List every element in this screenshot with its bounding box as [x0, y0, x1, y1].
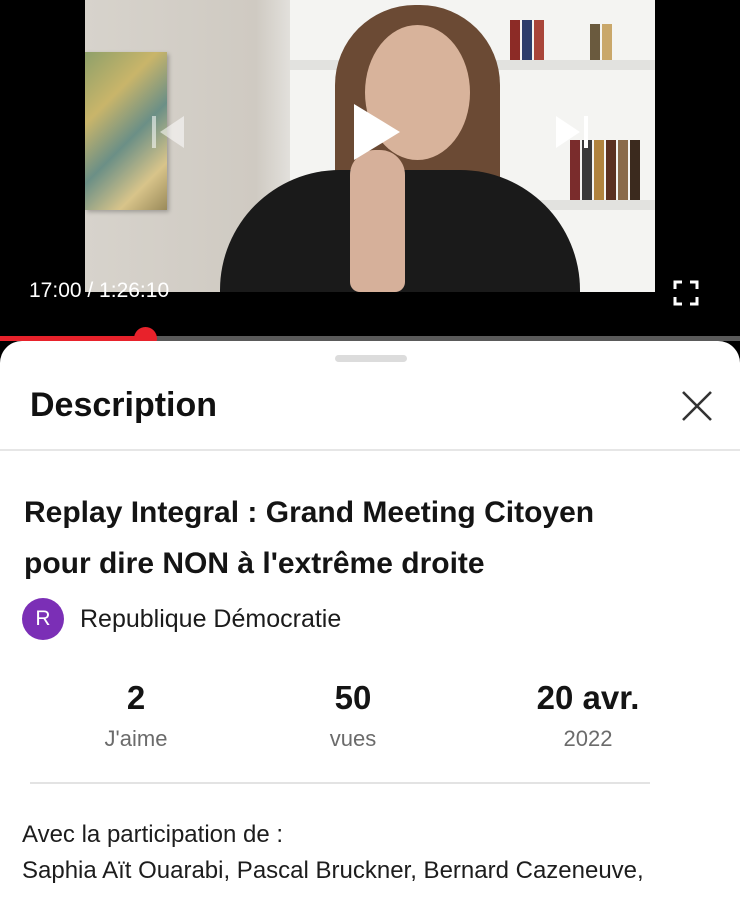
stat-label: 2022 — [563, 726, 613, 751]
stat-value: 50 — [334, 679, 372, 716]
divider — [0, 449, 740, 451]
video-title: Replay Integral : Grand Meeting Citoyen … — [24, 487, 704, 589]
description-text: Avec la participation de : Saphia Aït Ou… — [22, 817, 732, 889]
video-title-line: pour dire NON à l'extrême droite — [24, 547, 485, 580]
video-title-line: Replay Integral : Grand Meeting Citoyen — [24, 496, 595, 529]
close-icon — [682, 391, 712, 421]
next-button[interactable] — [552, 110, 592, 154]
channel-avatar: R — [22, 598, 64, 640]
close-button[interactable] — [679, 388, 715, 424]
channel-link[interactable]: R Republique Démocratie — [22, 598, 341, 640]
stat-views: 50 vues — [293, 678, 413, 752]
stat-value: 2 — [126, 679, 146, 716]
description-sheet: Description Replay Integral : Grand Meet… — [0, 341, 740, 897]
video-player[interactable]: 17:00 / 1:26:10 — [0, 0, 740, 345]
description-line: Saphia Aït Ouarabi, Pascal Bruckner, Ber… — [22, 857, 644, 884]
stat-date: 20 avr. 2022 — [508, 678, 668, 752]
play-icon — [354, 104, 400, 160]
sheet-title: Description — [30, 386, 218, 424]
description-line: Avec la participation de : — [22, 821, 284, 848]
divider — [30, 782, 650, 784]
previous-button[interactable] — [148, 110, 188, 154]
playback-time: 17:00 / 1:26:10 — [29, 279, 170, 302]
drag-handle[interactable] — [335, 355, 407, 362]
stat-value: 20 avr. — [536, 679, 640, 716]
fullscreen-icon — [673, 280, 699, 306]
person-hands — [350, 150, 405, 292]
skip-previous-icon — [152, 116, 184, 148]
play-button[interactable] — [346, 100, 406, 164]
channel-name: Republique Démocratie — [80, 604, 342, 633]
fullscreen-button[interactable] — [672, 279, 700, 307]
skip-next-icon — [556, 116, 588, 148]
stat-likes: 2 J'aime — [76, 678, 196, 752]
stat-label: vues — [329, 726, 377, 751]
stat-label: J'aime — [104, 726, 168, 751]
